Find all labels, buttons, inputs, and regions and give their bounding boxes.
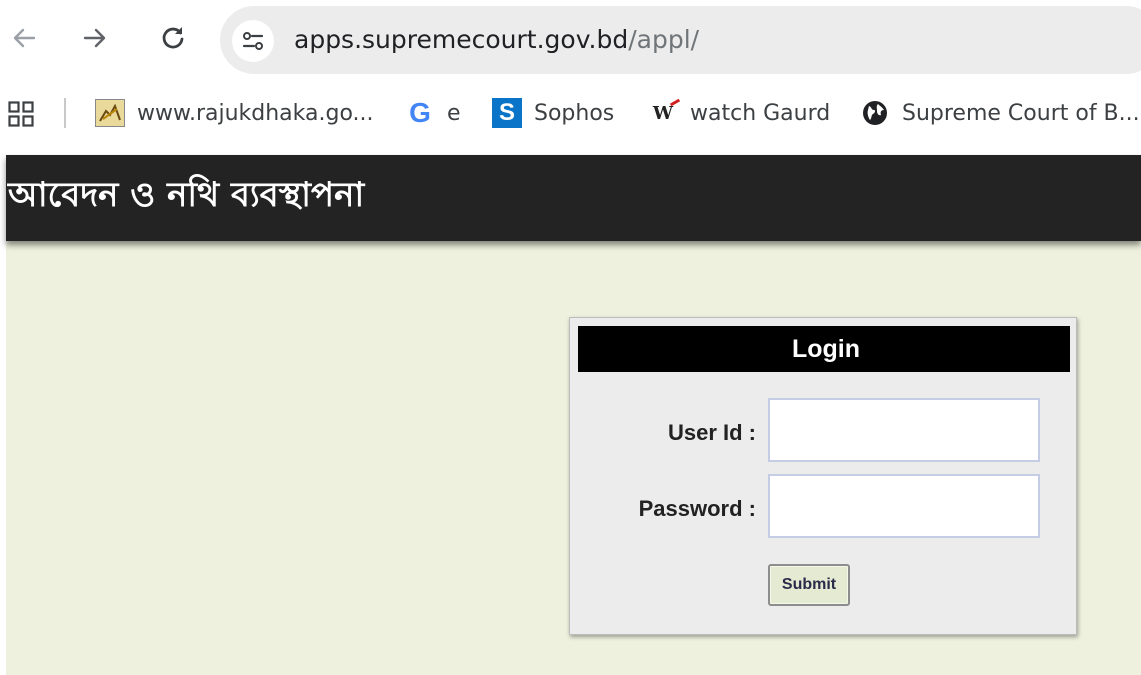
reload-button[interactable] bbox=[155, 20, 191, 56]
address-bar[interactable]: apps.supremecourt.gov.bd/appl/ bbox=[220, 6, 1141, 74]
bookmark-label: Supreme Court of B... bbox=[902, 100, 1140, 126]
password-label: Password : bbox=[638, 496, 756, 521]
forward-button[interactable] bbox=[77, 20, 113, 56]
bookmark-sophos[interactable]: S Sophos bbox=[492, 96, 614, 130]
bookmarks-separator bbox=[64, 98, 66, 128]
sophos-icon: S bbox=[492, 98, 522, 128]
bookmark-label: www.rajukdhaka.go... bbox=[137, 100, 374, 126]
bookmark-google[interactable]: G e bbox=[405, 96, 461, 130]
password-input[interactable] bbox=[768, 474, 1040, 538]
arrow-left-icon bbox=[13, 28, 36, 48]
bookmark-label: watch Gaurd bbox=[690, 100, 831, 126]
rajuk-favicon bbox=[95, 99, 125, 127]
user-id-label: User Id : bbox=[667, 420, 756, 445]
watchguard-icon: W bbox=[648, 98, 681, 128]
site-info-button[interactable] bbox=[232, 20, 274, 62]
url-path: /appl/ bbox=[628, 25, 700, 54]
user-id-input[interactable] bbox=[768, 398, 1040, 462]
reload-icon bbox=[162, 27, 184, 49]
url-text[interactable]: apps.supremecourt.gov.bd/appl/ bbox=[294, 25, 699, 55]
bookmark-supreme-court[interactable]: Supreme Court of B... bbox=[860, 96, 1140, 130]
page-title: আবেদন ও নথি ব্যবস্থাপনা bbox=[8, 175, 365, 215]
submit-button[interactable]: Submit bbox=[768, 564, 850, 606]
arrow-right-icon bbox=[83, 28, 106, 48]
bookmark-label: Sophos bbox=[534, 100, 615, 126]
app-header: আবেদন ও নথি ব্যবস্থাপনা bbox=[6, 155, 1141, 241]
browser-toolbar: apps.supremecourt.gov.bd/appl/ bbox=[0, 0, 1141, 76]
apps-grid-icon[interactable] bbox=[8, 101, 34, 127]
url-host: apps.supremecourt.gov.bd bbox=[294, 25, 629, 54]
bookmark-rajuk[interactable]: www.rajukdhaka.go... bbox=[95, 96, 374, 130]
page-content: আবেদন ও নথি ব্যবস্থাপনা Login User Id : … bbox=[6, 155, 1141, 675]
tune-icon bbox=[242, 32, 264, 50]
back-button[interactable] bbox=[6, 20, 42, 56]
bookmark-watchguard[interactable]: W watch Gaurd bbox=[648, 96, 830, 130]
globe-icon bbox=[863, 101, 887, 125]
login-title-text: Login bbox=[791, 335, 861, 363]
bookmark-label: e bbox=[447, 100, 461, 126]
login-panel: Login User Id : Password : Submit bbox=[569, 317, 1077, 635]
google-icon: G bbox=[409, 97, 431, 128]
bookmarks-bar: www.rajukdhaka.go... G e S Sophos W watc… bbox=[0, 84, 1141, 142]
login-panel-title: Login bbox=[578, 326, 1070, 372]
